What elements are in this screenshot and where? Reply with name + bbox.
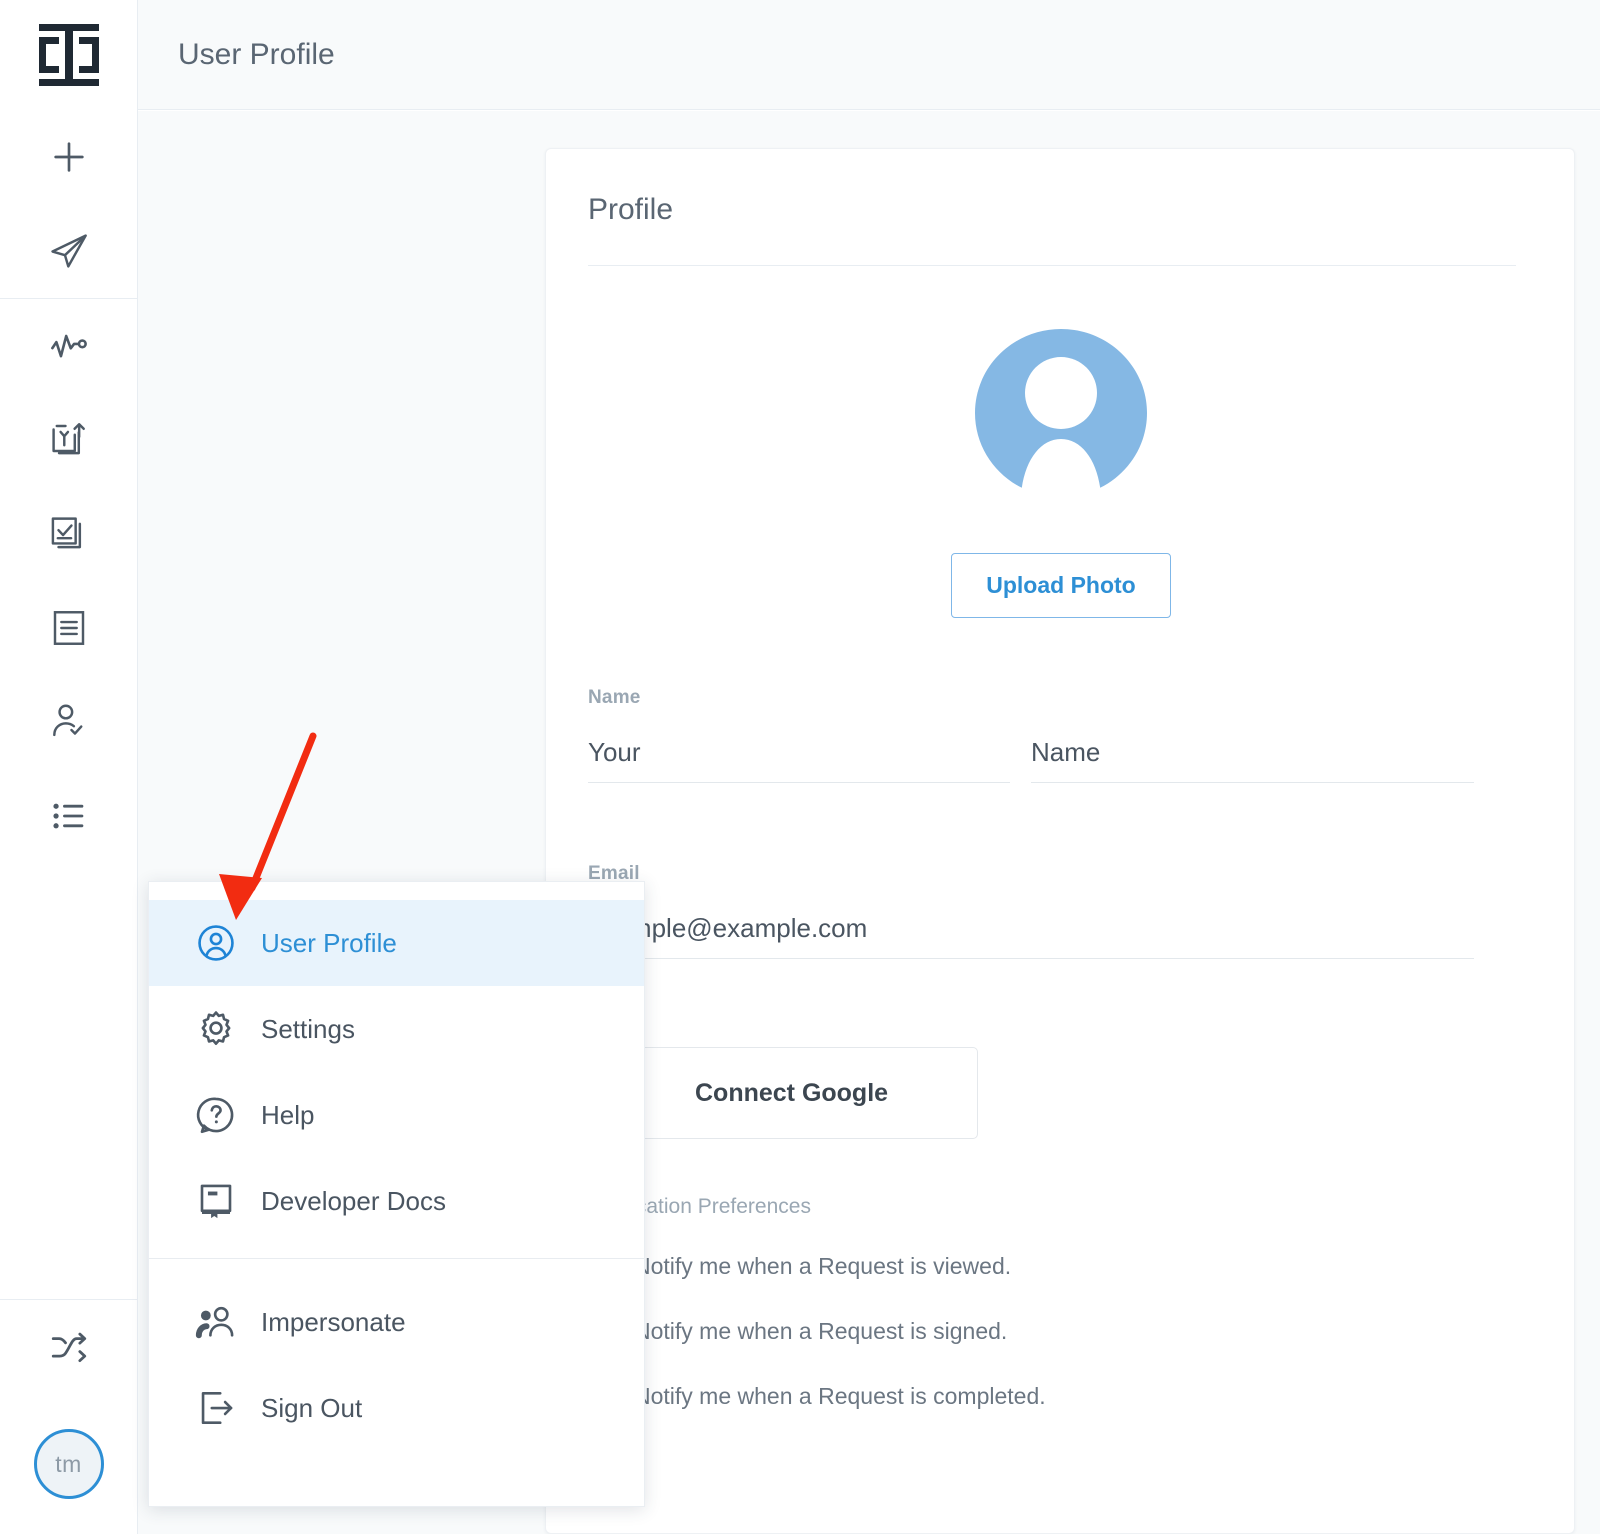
- menu-item-developer-docs[interactable]: Developer Docs: [149, 1158, 644, 1244]
- left-nav-rail: tm: [0, 0, 138, 1534]
- menu-item-help[interactable]: Help: [149, 1072, 644, 1158]
- user-menu-top-section: User Profile Settings Help Developer Doc…: [149, 882, 644, 1258]
- rail-item-activity[interactable]: [0, 299, 138, 393]
- document-upload-icon: [51, 423, 85, 455]
- activity-pulse-icon: [50, 334, 87, 358]
- user-menu-dropdown: User Profile Settings Help Developer Doc…: [148, 881, 645, 1507]
- rail-group-primary: [0, 110, 138, 298]
- rail-item-templates[interactable]: [0, 581, 138, 675]
- pref-label-viewed: Notify me when a Request is viewed.: [634, 1253, 1012, 1279]
- menu-item-impersonate[interactable]: Impersonate: [149, 1279, 644, 1365]
- gear-icon: [195, 1008, 239, 1050]
- upload-photo-button[interactable]: Upload Photo: [951, 553, 1171, 618]
- book-icon: [195, 1180, 239, 1222]
- app-logo[interactable]: [0, 0, 138, 110]
- connect-google-label: Connect Google: [695, 1078, 889, 1107]
- profile-card: Profile Upload Photo Name Your Name Emai…: [545, 148, 1575, 1534]
- rail-item-new[interactable]: [0, 110, 138, 204]
- profile-card-title: Profile: [588, 193, 674, 226]
- profile-avatar-wrap: [546, 329, 1574, 497]
- menu-item-settings[interactable]: Settings: [149, 986, 644, 1072]
- page-header: User Profile: [138, 0, 1600, 110]
- user-check-icon: [52, 704, 82, 737]
- rail-item-uploads[interactable]: [0, 393, 138, 487]
- email-field[interactable]: example@example.com: [588, 913, 1474, 959]
- rail-item-contacts[interactable]: [0, 675, 138, 769]
- upload-photo-wrap: Upload Photo: [546, 553, 1574, 618]
- app-root: tm User Profile Profile Upload Photo Nam…: [0, 0, 1600, 1534]
- rail-group-main: [0, 299, 138, 863]
- question-bubble-icon: [195, 1094, 239, 1136]
- user-avatar-button[interactable]: tm: [0, 1394, 138, 1534]
- user-avatar-placeholder-icon: [975, 329, 1147, 488]
- menu-label-sign-out: Sign Out: [261, 1392, 363, 1423]
- shuffle-icon: [51, 1332, 86, 1363]
- user-circle-icon: [195, 922, 239, 964]
- ibeam-logo-icon: [38, 24, 99, 86]
- plus-icon: [53, 142, 84, 172]
- menu-label-user-profile: User Profile: [261, 927, 397, 958]
- pref-row-signed[interactable]: Notify me when a Request is signed.: [588, 1318, 1007, 1345]
- pref-row-viewed[interactable]: Notify me when a Request is viewed.: [588, 1253, 1011, 1280]
- page-title: User Profile: [178, 37, 335, 71]
- sign-out-icon: [195, 1387, 239, 1429]
- connect-google-button[interactable]: Connect Google: [588, 1047, 978, 1139]
- menu-label-impersonate: Impersonate: [261, 1306, 406, 1337]
- email-value: example@example.com: [588, 913, 868, 943]
- first-name-value: Your: [588, 737, 641, 767]
- pref-label-signed: Notify me when a Request is signed.: [634, 1318, 1008, 1344]
- first-name-field[interactable]: Your: [588, 737, 1010, 783]
- name-field-label: Name: [588, 687, 641, 708]
- pref-row-completed[interactable]: Notify me when a Request is completed.: [588, 1383, 1046, 1410]
- menu-item-user-profile[interactable]: User Profile: [149, 900, 644, 986]
- document-check-stack-icon: [51, 517, 81, 549]
- rail-item-lists[interactable]: [0, 769, 138, 863]
- rail-item-completed[interactable]: [0, 487, 138, 581]
- pref-label-completed: Notify me when a Request is completed.: [634, 1383, 1046, 1409]
- menu-label-help: Help: [261, 1099, 315, 1130]
- avatar-initials: tm: [55, 1450, 82, 1477]
- bullet-list-icon: [52, 803, 83, 829]
- two-users-icon: [195, 1301, 239, 1343]
- avatar: tm: [33, 1429, 104, 1499]
- user-menu-bottom-section: Impersonate Sign Out: [149, 1259, 644, 1451]
- menu-label-developer-docs: Developer Docs: [261, 1185, 446, 1216]
- profile-card-divider: [588, 265, 1516, 266]
- menu-item-sign-out[interactable]: Sign Out: [149, 1365, 644, 1451]
- rail-item-switch[interactable]: [0, 1300, 138, 1394]
- document-lines-icon: [53, 611, 84, 645]
- paper-plane-icon: [50, 234, 87, 268]
- rail-item-send[interactable]: [0, 204, 138, 298]
- last-name-value: Name: [1031, 737, 1101, 767]
- menu-label-settings: Settings: [261, 1013, 355, 1044]
- last-name-field[interactable]: Name: [1031, 737, 1474, 783]
